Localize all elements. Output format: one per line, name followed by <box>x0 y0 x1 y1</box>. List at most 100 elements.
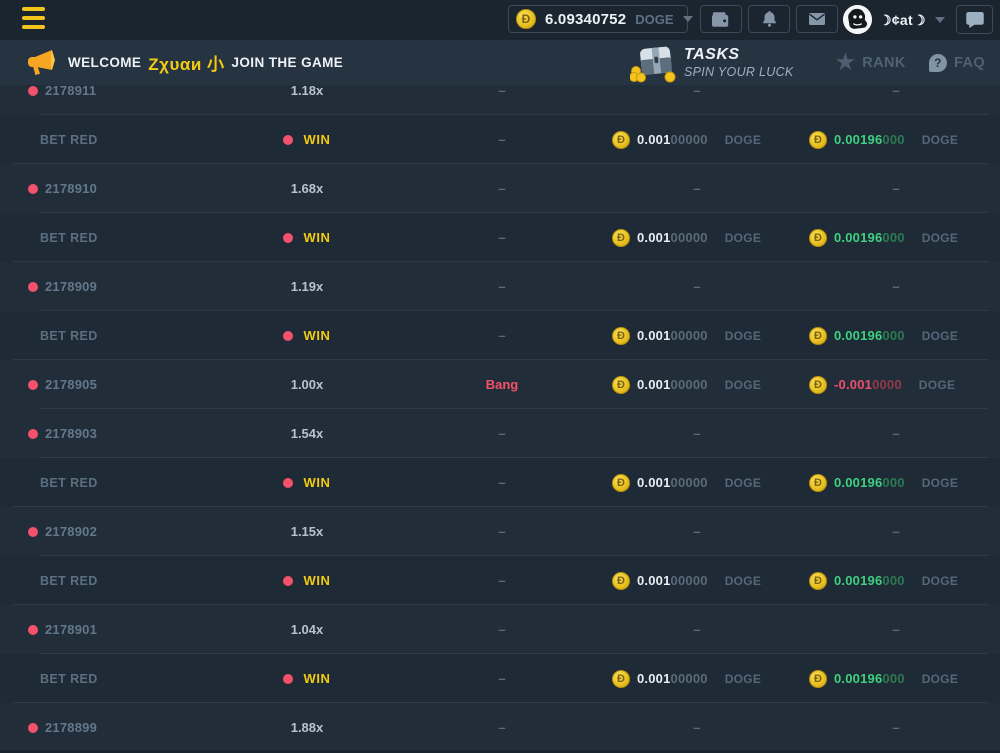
win-label: WIN <box>303 573 330 588</box>
bet-empty: – <box>693 720 700 735</box>
balance-selector[interactable]: Đ 6.09340752 DOGE <box>508 5 688 33</box>
multiplier: 1.68x <box>291 181 324 196</box>
status-empty: – <box>498 622 505 637</box>
multiplier: 1.04x <box>291 622 324 637</box>
profit-amount: 0.00196000 <box>834 230 905 245</box>
multiplier: 1.54x <box>291 426 324 441</box>
doge-coin-icon: Đ <box>516 9 536 29</box>
tasks-shortcut[interactable]: TASKS SPIN YOUR LUCK <box>630 42 794 83</box>
game-row[interactable]: 21789021.15x––– <box>0 507 1000 556</box>
profit-cell: Đ0.00196000DOGE <box>792 327 1000 345</box>
top-bar: Đ 6.09340752 DOGE ☽¢at☽ <box>0 0 1000 40</box>
bet-type-label: BET RED <box>40 574 98 588</box>
status-empty: – <box>498 475 505 490</box>
profit-amount: 0.00196000 <box>834 671 905 686</box>
rank-label: RANK <box>862 55 906 71</box>
bet-row[interactable]: BET REDWIN–Đ0.00100000DOGEĐ0.00196000DOG… <box>0 213 1000 262</box>
avatar-image <box>843 5 872 34</box>
profit-cell: Đ0.00196000DOGE <box>792 670 1000 688</box>
bet-amount-main: 0.001 <box>637 671 671 686</box>
status-empty: – <box>498 524 505 539</box>
status-cell: – <box>392 279 612 294</box>
win-label: WIN <box>303 132 330 147</box>
win-label: WIN <box>303 328 330 343</box>
game-row[interactable]: 21788991.88x––– <box>0 703 1000 752</box>
result-cell: 1.15x <box>252 524 362 539</box>
faq-label: FAQ <box>954 55 985 71</box>
bet-amount-zeros: 00000 <box>671 230 708 245</box>
status-cell: – <box>392 720 612 735</box>
result-cell: 1.04x <box>252 622 362 637</box>
win-dot-icon <box>283 576 293 586</box>
bet-row[interactable]: BET REDWIN–Đ0.00100000DOGEĐ0.00196000DOG… <box>0 311 1000 360</box>
win-dot-icon <box>283 233 293 243</box>
status-empty: – <box>498 132 505 147</box>
doge-coin-icon: Đ <box>612 376 630 394</box>
tasks-subtitle: SPIN YOUR LUCK <box>684 65 794 79</box>
avatar[interactable] <box>843 5 872 34</box>
result-cell: WIN <box>252 132 362 147</box>
bet-amount-zeros: 00000 <box>671 573 708 588</box>
status-cell: Bang <box>392 377 612 392</box>
chat-toggle-button[interactable] <box>956 5 993 34</box>
bet-row[interactable]: BET REDWIN–Đ0.00100000DOGEĐ0.00196000DOG… <box>0 458 1000 507</box>
profit-currency: DOGE <box>919 378 956 392</box>
profit-cell: Đ0.00196000DOGE <box>792 474 1000 492</box>
bet-row[interactable]: BET REDWIN–Đ0.00100000DOGEĐ0.00196000DOG… <box>0 556 1000 605</box>
profit-amount-zeros: 000 <box>882 230 904 245</box>
status-empty: – <box>498 573 505 588</box>
profit-amount-zeros: 000 <box>882 132 904 147</box>
status-cell: – <box>392 622 612 637</box>
game-row[interactable]: 21789101.68x––– <box>0 164 1000 213</box>
welcome-prefix: WELCOME <box>68 55 141 70</box>
history-rows: 21789111.18x–––BET REDWIN–Đ0.00100000DOG… <box>0 85 1000 752</box>
menu-hamburger-icon[interactable] <box>22 7 45 29</box>
bet-currency: DOGE <box>725 476 762 490</box>
bet-amount-cell: – <box>612 524 792 539</box>
bet-empty: – <box>693 622 700 637</box>
notifications-button[interactable] <box>748 5 790 33</box>
chat-bubble-icon <box>966 12 984 28</box>
bet-row[interactable]: BET REDWIN–Đ0.00100000DOGEĐ0.00196000DOG… <box>0 654 1000 703</box>
row-id-cell: 2178905 <box>0 377 252 392</box>
bet-amount-cell: Đ0.00100000DOGE <box>612 670 792 688</box>
wallet-button[interactable] <box>700 5 742 33</box>
status-empty: – <box>498 230 505 245</box>
faq-link[interactable]: ? FAQ <box>929 40 985 85</box>
result-cell: 1.18x <box>252 85 362 98</box>
profit-amount: 0.00196000 <box>834 475 905 490</box>
game-row[interactable]: 21789091.19x––– <box>0 262 1000 311</box>
game-row[interactable]: 21789111.18x––– <box>0 85 1000 115</box>
bet-amount-cell: Đ0.00100000DOGE <box>612 131 792 149</box>
red-dot-icon <box>28 429 38 439</box>
doge-coin-icon: Đ <box>809 572 827 590</box>
row-id-cell: 2178899 <box>0 720 252 735</box>
game-row[interactable]: 21789031.54x––– <box>0 409 1000 458</box>
user-menu[interactable]: ☽¢at☽ <box>879 0 945 40</box>
bet-amount-main: 0.001 <box>637 573 671 588</box>
bet-empty: – <box>693 279 700 294</box>
doge-coin-icon: Đ <box>612 572 630 590</box>
bet-amount-cell: – <box>612 720 792 735</box>
result-cell: 1.00x <box>252 377 362 392</box>
profit-empty: – <box>892 426 899 441</box>
status-empty: – <box>498 426 505 441</box>
bet-row[interactable]: BET REDWIN–Đ0.00100000DOGEĐ0.00196000DOG… <box>0 115 1000 164</box>
doge-coin-icon: Đ <box>809 131 827 149</box>
row-id-cell: 2178901 <box>0 622 252 637</box>
question-mark-icon: ? <box>929 54 947 72</box>
chevron-down-icon <box>935 17 945 23</box>
game-row[interactable]: 21789011.04x––– <box>0 605 1000 654</box>
status-cell: – <box>392 524 612 539</box>
messages-button[interactable] <box>796 5 838 33</box>
status-cell: – <box>392 132 612 147</box>
rank-link[interactable]: ★ RANK <box>836 40 906 85</box>
profit-currency: DOGE <box>922 231 959 245</box>
result-cell: 1.19x <box>252 279 362 294</box>
profit-cell: Đ-0.0010000DOGE <box>792 376 1000 394</box>
profit-currency: DOGE <box>922 574 959 588</box>
game-row[interactable]: 21789051.00xBangĐ0.00100000DOGEĐ-0.00100… <box>0 360 1000 409</box>
result-cell: WIN <box>252 328 362 343</box>
profit-currency: DOGE <box>922 329 959 343</box>
status-cell: – <box>392 181 612 196</box>
